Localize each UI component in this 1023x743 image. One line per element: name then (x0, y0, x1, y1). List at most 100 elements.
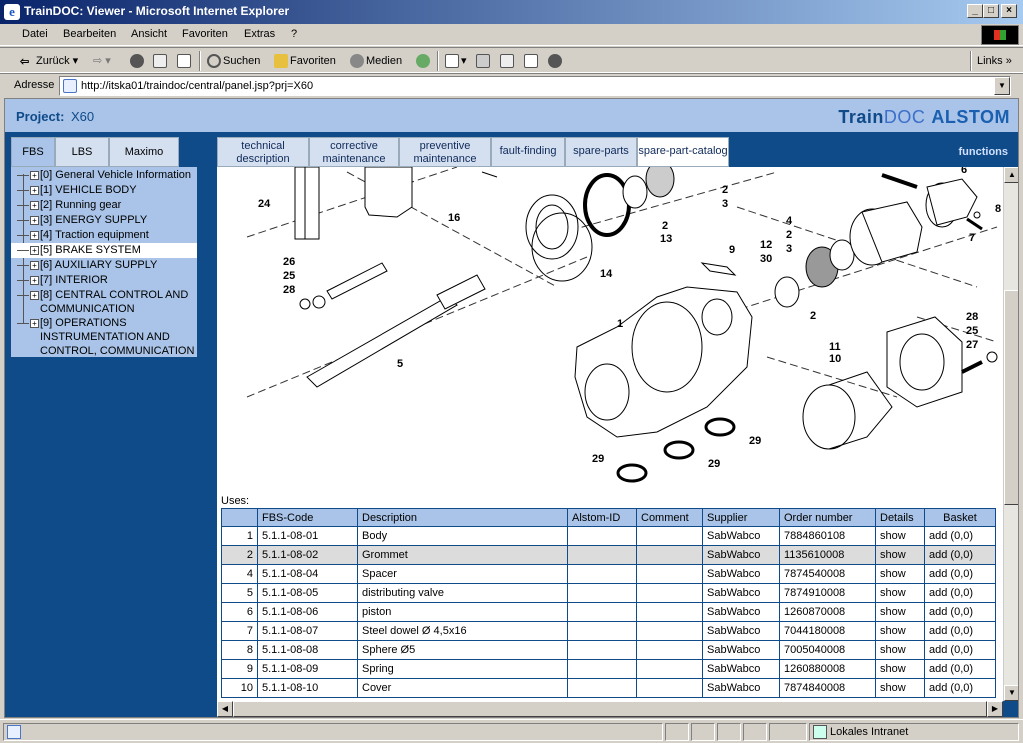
media-button[interactable]: Medien (350, 53, 402, 69)
maximize-button[interactable]: □ (983, 4, 999, 18)
home-button[interactable] (177, 53, 193, 69)
expand-icon[interactable]: + (30, 231, 39, 240)
scroll-thumb[interactable] (1004, 290, 1018, 505)
tree-item[interactable]: + [6] AUXILIARY SUPPLY (11, 258, 197, 273)
show-link[interactable]: show (875, 526, 925, 546)
expand-icon[interactable]: + (30, 186, 39, 195)
add-to-basket-link[interactable]: add (0,0) (924, 583, 996, 603)
project-value: X60 (71, 109, 95, 124)
edit-button[interactable] (500, 53, 516, 69)
menu-bearbeiten[interactable]: Bearbeiten (63, 28, 116, 40)
refresh-icon (153, 54, 167, 69)
expand-icon[interactable]: + (30, 291, 39, 300)
tree-item[interactable]: + [3] ENERGY SUPPLY (11, 213, 197, 228)
scroll-right-button[interactable]: ▶ (987, 701, 1003, 717)
show-link[interactable]: show (875, 621, 925, 641)
cell-order-number: 1260880008 (779, 659, 876, 679)
add-to-basket-link[interactable]: add (0,0) (924, 526, 996, 546)
table-row: 8 5.1.1-08-08 Sphere Ø5 SabWabco 7005040… (221, 640, 996, 660)
tree-item-label: [3] ENERGY SUPPLY (40, 214, 148, 226)
expand-icon[interactable]: + (30, 246, 39, 255)
add-to-basket-link[interactable]: add (0,0) (924, 564, 996, 584)
menu-extras[interactable]: Extras (244, 28, 275, 40)
add-to-basket-link[interactable]: add (0,0) (924, 659, 996, 679)
tab-corrective-maintenance[interactable]: corrective maintenance (309, 137, 399, 167)
status-cell (717, 723, 741, 741)
minimize-button[interactable]: _ (967, 4, 983, 18)
show-link[interactable]: show (875, 678, 925, 698)
expand-icon[interactable]: + (30, 201, 39, 210)
address-input[interactable]: http://itska01/traindoc/central/panel.js… (59, 76, 1011, 96)
menu-help[interactable]: ? (291, 28, 297, 40)
close-button[interactable]: × (1001, 4, 1017, 18)
expand-icon[interactable]: + (30, 171, 39, 180)
cell-alstom-id (567, 602, 637, 622)
functions-link[interactable]: functions (959, 146, 1009, 158)
show-link[interactable]: show (875, 545, 925, 565)
show-link[interactable]: show (875, 602, 925, 622)
refresh-button[interactable] (153, 53, 169, 69)
scroll-left-button[interactable]: ◀ (217, 701, 233, 717)
horizontal-scrollbar[interactable]: ◀ ▶ (217, 701, 1003, 717)
show-link[interactable]: show (875, 583, 925, 603)
links-button[interactable]: Links » (977, 53, 1012, 69)
cell-comment (636, 545, 703, 565)
tree-item[interactable]: + [1] VEHICLE BODY (11, 183, 197, 198)
expand-icon[interactable]: + (30, 276, 39, 285)
fbs-tree: + [0] General Vehicle Information + [1] VE… (11, 167, 197, 357)
tab-maximo[interactable]: Maximo (109, 137, 179, 167)
cell-supplier: SabWabco (702, 526, 780, 546)
print-button[interactable] (476, 53, 492, 69)
favorites-button[interactable]: Favoriten (274, 53, 336, 69)
history-button[interactable] (416, 53, 432, 69)
search-button[interactable]: Suchen (207, 53, 260, 69)
scroll-up-button[interactable]: ▲ (1004, 167, 1018, 183)
window-title: TrainDOC: Viewer - Microsoft Internet Ex… (24, 4, 290, 18)
mail-button[interactable]: ▾ (445, 53, 467, 69)
scroll-down-button[interactable]: ▼ (1004, 685, 1018, 701)
discuss-button[interactable] (524, 53, 540, 69)
expand-icon[interactable]: + (30, 216, 39, 225)
tab-technical-description[interactable]: technical description (217, 137, 309, 167)
expand-icon[interactable]: + (30, 319, 39, 328)
tree-item[interactable]: + [7] INTERIOR (11, 273, 197, 288)
tab-preventive-maintenance[interactable]: preventive maintenance (399, 137, 491, 167)
add-to-basket-link[interactable]: add (0,0) (924, 678, 996, 698)
tab-lbs[interactable]: LBS (55, 137, 109, 167)
show-link[interactable]: show (875, 640, 925, 660)
messenger-button[interactable] (548, 53, 564, 69)
tab-fault-finding[interactable]: fault-finding (491, 137, 565, 167)
show-link[interactable]: show (875, 564, 925, 584)
vertical-scrollbar[interactable]: ▲ ▼ (1003, 167, 1018, 701)
window-titlebar: e TrainDOC: Viewer - Microsoft Internet … (0, 0, 1023, 24)
tree-item[interactable]: + [8] CENTRAL CONTROL AND COMMUNICATION (11, 288, 197, 316)
tab-spare-part-catalog[interactable]: spare-part-catalog (637, 137, 729, 167)
tree-item[interactable]: + [9] OPERATIONS INSTRUMENTATION AND CONT… (11, 316, 197, 358)
cell-description: Grommet (357, 545, 568, 565)
tree-item[interactable]: + [4] Traction equipment (11, 228, 197, 243)
tree-item[interactable]: + [0] General Vehicle Information (11, 168, 197, 183)
menu-datei[interactable]: Datei (22, 28, 48, 40)
stop-button[interactable] (130, 53, 146, 69)
show-link[interactable]: show (875, 659, 925, 679)
cell-alstom-id (567, 526, 637, 546)
uses-label: Uses: (221, 495, 250, 507)
add-to-basket-link[interactable]: add (0,0) (924, 545, 996, 565)
add-to-basket-link[interactable]: add (0,0) (924, 621, 996, 641)
menu-favoriten[interactable]: Favoriten (182, 28, 228, 40)
scroll-thumb[interactable] (233, 701, 987, 717)
add-to-basket-link[interactable]: add (0,0) (924, 602, 996, 622)
tree-item[interactable]: + [2] Running gear (11, 198, 197, 213)
tree-item-selected[interactable]: + [5] BRAKE SYSTEM (11, 243, 197, 258)
table-row: 10 5.1.1-08-10 Cover SabWabco 7874840008… (221, 678, 996, 698)
cell-comment (636, 602, 703, 622)
back-button[interactable]: ⇦ Zurück ▾ (20, 53, 78, 69)
tab-spare-parts[interactable]: spare-parts (565, 137, 637, 167)
forward-button[interactable]: ⇨ ▾ (93, 53, 111, 69)
tab-fbs[interactable]: FBS (11, 137, 55, 167)
address-dropdown-button[interactable]: ▼ (994, 77, 1010, 95)
menu-ansicht[interactable]: Ansicht (131, 28, 167, 40)
add-to-basket-link[interactable]: add (0,0) (924, 640, 996, 660)
expand-icon[interactable]: + (30, 261, 39, 270)
cell-comment (636, 583, 703, 603)
